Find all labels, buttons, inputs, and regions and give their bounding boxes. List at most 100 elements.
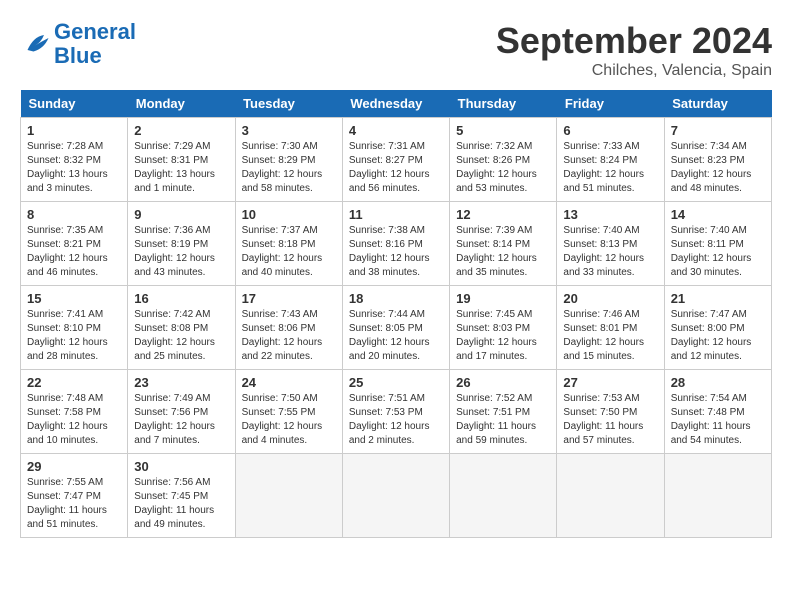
day-number: 3	[242, 123, 336, 138]
day-number: 13	[563, 207, 657, 222]
day-info: Sunrise: 7:31 AM Sunset: 8:27 PM Dayligh…	[349, 140, 443, 196]
calendar-day-empty	[557, 454, 664, 538]
day-number: 15	[27, 291, 121, 306]
header-monday: Monday	[128, 90, 235, 118]
calendar-week-1: 1 Sunrise: 7:28 AM Sunset: 8:32 PM Dayli…	[21, 118, 772, 202]
calendar-header-row: SundayMondayTuesdayWednesdayThursdayFrid…	[21, 90, 772, 118]
day-info: Sunrise: 7:54 AM Sunset: 7:48 PM Dayligh…	[671, 392, 765, 448]
day-number: 11	[349, 207, 443, 222]
calendar-day-17: 17 Sunrise: 7:43 AM Sunset: 8:06 PM Dayl…	[235, 286, 342, 370]
header-sunday: Sunday	[21, 90, 128, 118]
day-info: Sunrise: 7:52 AM Sunset: 7:51 PM Dayligh…	[456, 392, 550, 448]
day-info: Sunrise: 7:53 AM Sunset: 7:50 PM Dayligh…	[563, 392, 657, 448]
day-info: Sunrise: 7:28 AM Sunset: 8:32 PM Dayligh…	[27, 140, 121, 196]
calendar-day-23: 23 Sunrise: 7:49 AM Sunset: 7:56 PM Dayl…	[128, 370, 235, 454]
calendar-day-10: 10 Sunrise: 7:37 AM Sunset: 8:18 PM Dayl…	[235, 202, 342, 286]
day-number: 25	[349, 375, 443, 390]
day-number: 14	[671, 207, 765, 222]
calendar-day-empty	[342, 454, 449, 538]
calendar-day-26: 26 Sunrise: 7:52 AM Sunset: 7:51 PM Dayl…	[450, 370, 557, 454]
day-number: 2	[134, 123, 228, 138]
calendar-day-13: 13 Sunrise: 7:40 AM Sunset: 8:13 PM Dayl…	[557, 202, 664, 286]
calendar-day-19: 19 Sunrise: 7:45 AM Sunset: 8:03 PM Dayl…	[450, 286, 557, 370]
calendar-day-15: 15 Sunrise: 7:41 AM Sunset: 8:10 PM Dayl…	[21, 286, 128, 370]
day-number: 12	[456, 207, 550, 222]
day-number: 18	[349, 291, 443, 306]
calendar-day-4: 4 Sunrise: 7:31 AM Sunset: 8:27 PM Dayli…	[342, 118, 449, 202]
day-info: Sunrise: 7:29 AM Sunset: 8:31 PM Dayligh…	[134, 140, 228, 196]
calendar-day-3: 3 Sunrise: 7:30 AM Sunset: 8:29 PM Dayli…	[235, 118, 342, 202]
calendar-day-empty	[450, 454, 557, 538]
day-number: 6	[563, 123, 657, 138]
day-number: 4	[349, 123, 443, 138]
day-number: 21	[671, 291, 765, 306]
day-number: 10	[242, 207, 336, 222]
calendar-week-5: 29 Sunrise: 7:55 AM Sunset: 7:47 PM Dayl…	[21, 454, 772, 538]
calendar-day-8: 8 Sunrise: 7:35 AM Sunset: 8:21 PM Dayli…	[21, 202, 128, 286]
day-number: 27	[563, 375, 657, 390]
day-info: Sunrise: 7:48 AM Sunset: 7:58 PM Dayligh…	[27, 392, 121, 448]
logo-text: General Blue	[54, 20, 136, 68]
day-number: 7	[671, 123, 765, 138]
title-block: September 2024 Chilches, Valencia, Spain	[496, 20, 772, 80]
calendar-day-22: 22 Sunrise: 7:48 AM Sunset: 7:58 PM Dayl…	[21, 370, 128, 454]
calendar-week-4: 22 Sunrise: 7:48 AM Sunset: 7:58 PM Dayl…	[21, 370, 772, 454]
calendar-day-1: 1 Sunrise: 7:28 AM Sunset: 8:32 PM Dayli…	[21, 118, 128, 202]
day-info: Sunrise: 7:35 AM Sunset: 8:21 PM Dayligh…	[27, 224, 121, 280]
calendar-day-5: 5 Sunrise: 7:32 AM Sunset: 8:26 PM Dayli…	[450, 118, 557, 202]
month-title: September 2024	[496, 20, 772, 62]
day-info: Sunrise: 7:49 AM Sunset: 7:56 PM Dayligh…	[134, 392, 228, 448]
day-info: Sunrise: 7:36 AM Sunset: 8:19 PM Dayligh…	[134, 224, 228, 280]
day-info: Sunrise: 7:37 AM Sunset: 8:18 PM Dayligh…	[242, 224, 336, 280]
day-info: Sunrise: 7:41 AM Sunset: 8:10 PM Dayligh…	[27, 308, 121, 364]
calendar-day-empty	[664, 454, 771, 538]
calendar-day-20: 20 Sunrise: 7:46 AM Sunset: 8:01 PM Dayl…	[557, 286, 664, 370]
calendar-day-9: 9 Sunrise: 7:36 AM Sunset: 8:19 PM Dayli…	[128, 202, 235, 286]
calendar-day-2: 2 Sunrise: 7:29 AM Sunset: 8:31 PM Dayli…	[128, 118, 235, 202]
day-info: Sunrise: 7:38 AM Sunset: 8:16 PM Dayligh…	[349, 224, 443, 280]
day-number: 16	[134, 291, 228, 306]
header-wednesday: Wednesday	[342, 90, 449, 118]
logo-general: General	[54, 19, 136, 44]
day-number: 23	[134, 375, 228, 390]
logo-blue: Blue	[54, 43, 102, 68]
day-info: Sunrise: 7:43 AM Sunset: 8:06 PM Dayligh…	[242, 308, 336, 364]
calendar-day-28: 28 Sunrise: 7:54 AM Sunset: 7:48 PM Dayl…	[664, 370, 771, 454]
day-info: Sunrise: 7:39 AM Sunset: 8:14 PM Dayligh…	[456, 224, 550, 280]
header-friday: Friday	[557, 90, 664, 118]
day-info: Sunrise: 7:44 AM Sunset: 8:05 PM Dayligh…	[349, 308, 443, 364]
day-info: Sunrise: 7:40 AM Sunset: 8:13 PM Dayligh…	[563, 224, 657, 280]
calendar-table: SundayMondayTuesdayWednesdayThursdayFrid…	[20, 90, 772, 538]
day-number: 1	[27, 123, 121, 138]
day-info: Sunrise: 7:40 AM Sunset: 8:11 PM Dayligh…	[671, 224, 765, 280]
day-number: 17	[242, 291, 336, 306]
calendar-day-25: 25 Sunrise: 7:51 AM Sunset: 7:53 PM Dayl…	[342, 370, 449, 454]
logo-bird-icon	[20, 29, 50, 59]
day-info: Sunrise: 7:56 AM Sunset: 7:45 PM Dayligh…	[134, 476, 228, 532]
logo: General Blue	[20, 20, 136, 68]
day-number: 9	[134, 207, 228, 222]
day-info: Sunrise: 7:42 AM Sunset: 8:08 PM Dayligh…	[134, 308, 228, 364]
day-info: Sunrise: 7:51 AM Sunset: 7:53 PM Dayligh…	[349, 392, 443, 448]
header-tuesday: Tuesday	[235, 90, 342, 118]
calendar-day-21: 21 Sunrise: 7:47 AM Sunset: 8:00 PM Dayl…	[664, 286, 771, 370]
day-info: Sunrise: 7:46 AM Sunset: 8:01 PM Dayligh…	[563, 308, 657, 364]
calendar-week-3: 15 Sunrise: 7:41 AM Sunset: 8:10 PM Dayl…	[21, 286, 772, 370]
location-title: Chilches, Valencia, Spain	[496, 62, 772, 80]
day-number: 5	[456, 123, 550, 138]
day-info: Sunrise: 7:30 AM Sunset: 8:29 PM Dayligh…	[242, 140, 336, 196]
day-number: 26	[456, 375, 550, 390]
day-number: 8	[27, 207, 121, 222]
day-info: Sunrise: 7:50 AM Sunset: 7:55 PM Dayligh…	[242, 392, 336, 448]
day-number: 19	[456, 291, 550, 306]
calendar-day-6: 6 Sunrise: 7:33 AM Sunset: 8:24 PM Dayli…	[557, 118, 664, 202]
calendar-day-16: 16 Sunrise: 7:42 AM Sunset: 8:08 PM Dayl…	[128, 286, 235, 370]
calendar-day-27: 27 Sunrise: 7:53 AM Sunset: 7:50 PM Dayl…	[557, 370, 664, 454]
day-info: Sunrise: 7:45 AM Sunset: 8:03 PM Dayligh…	[456, 308, 550, 364]
day-number: 20	[563, 291, 657, 306]
calendar-day-7: 7 Sunrise: 7:34 AM Sunset: 8:23 PM Dayli…	[664, 118, 771, 202]
calendar-day-12: 12 Sunrise: 7:39 AM Sunset: 8:14 PM Dayl…	[450, 202, 557, 286]
day-number: 22	[27, 375, 121, 390]
calendar-day-30: 30 Sunrise: 7:56 AM Sunset: 7:45 PM Dayl…	[128, 454, 235, 538]
day-number: 29	[27, 459, 121, 474]
